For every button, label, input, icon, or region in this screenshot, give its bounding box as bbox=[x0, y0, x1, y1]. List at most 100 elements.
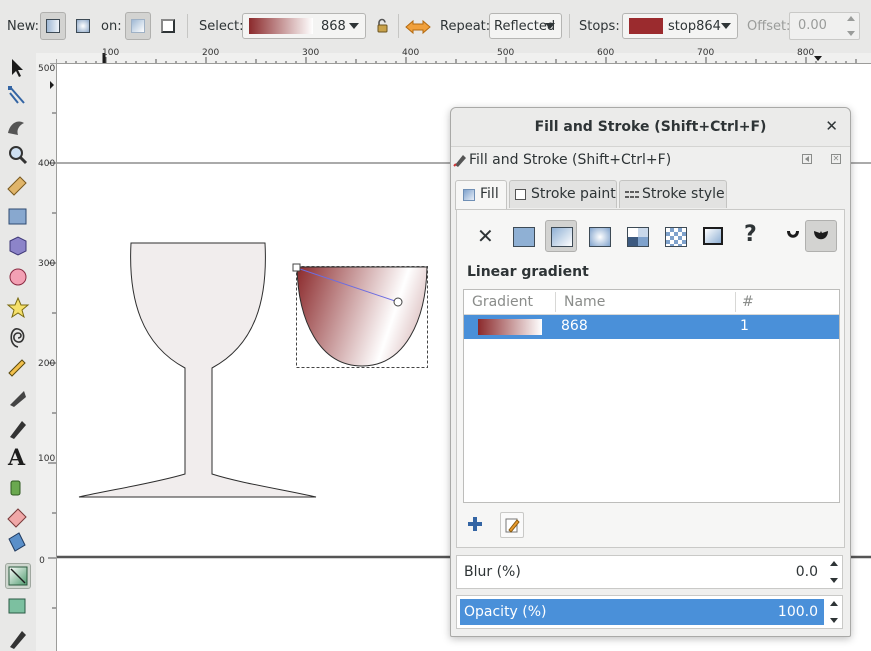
mesh-gradient-button[interactable] bbox=[621, 220, 653, 252]
lock-icon[interactable] bbox=[376, 18, 390, 34]
gradient-tool[interactable] bbox=[5, 563, 31, 589]
opacity-label: Opacity (%) bbox=[464, 604, 547, 620]
vertical-ruler[interactable]: 500 400 300 200 100 0 bbox=[36, 63, 57, 651]
tab-label: Stroke style bbox=[642, 186, 725, 202]
blur-label: Blur (%) bbox=[464, 564, 521, 580]
tab-stroke-paint[interactable]: Stroke paint bbox=[509, 180, 617, 208]
linear-gradient-icon bbox=[551, 227, 573, 247]
on-label: on: bbox=[101, 19, 122, 34]
select-gradient-combo[interactable]: 868 bbox=[242, 13, 366, 39]
ellipse-tool[interactable] bbox=[5, 263, 31, 289]
apply-on-stroke-button[interactable] bbox=[155, 12, 181, 40]
stops-combo[interactable]: stop864 bbox=[622, 13, 738, 39]
apply-on-fill-button[interactable] bbox=[125, 12, 151, 40]
node-tool[interactable] bbox=[5, 83, 31, 109]
ruler-tick-label: 500 bbox=[38, 64, 56, 74]
stroke-paint-tab-icon bbox=[515, 189, 526, 200]
pattern-icon bbox=[665, 227, 687, 247]
dock-header: Fill and Stroke (Shift+Ctrl+F) ✕ bbox=[451, 148, 850, 172]
dropper-tool[interactable] bbox=[5, 623, 31, 649]
column-header-count[interactable]: # bbox=[742, 290, 754, 314]
tab-stroke-style[interactable]: Stroke style bbox=[619, 180, 727, 208]
no-paint-button[interactable]: ✕ bbox=[469, 220, 501, 252]
paint-bucket-tool[interactable] bbox=[5, 533, 31, 559]
dock-title: Fill and Stroke (Shift+Ctrl+F) bbox=[469, 152, 672, 168]
increment-icon[interactable] bbox=[830, 601, 838, 606]
dock-close-icon[interactable]: ✕ bbox=[831, 154, 841, 164]
eraser-tool[interactable] bbox=[5, 505, 31, 531]
column-header-name[interactable]: Name bbox=[564, 290, 605, 314]
gradient-list[interactable]: Gradient Name # 868 1 bbox=[463, 289, 840, 503]
pattern-button[interactable] bbox=[659, 220, 691, 252]
selector-tool[interactable] bbox=[5, 55, 31, 81]
pencil-tool[interactable] bbox=[5, 353, 31, 379]
ruler-tick-label: 300 bbox=[38, 259, 56, 269]
measure-tool[interactable] bbox=[5, 173, 31, 199]
opacity-spinbox[interactable]: Opacity (%) 100.0 bbox=[456, 595, 843, 629]
toolbox: A bbox=[0, 53, 37, 651]
ruler-tick-label: 100 bbox=[102, 48, 120, 58]
repeat-combo[interactable]: Reflected bbox=[489, 13, 562, 39]
pen-tool[interactable] bbox=[5, 385, 31, 411]
new-linear-gradient-button[interactable] bbox=[40, 12, 66, 40]
increment-icon[interactable] bbox=[830, 561, 838, 566]
tab-label: Stroke paint bbox=[531, 186, 616, 202]
decrement-icon[interactable] bbox=[847, 31, 855, 36]
stroke-icon bbox=[161, 19, 175, 33]
fill-tab-icon bbox=[463, 189, 475, 201]
radial-gradient-button[interactable] bbox=[583, 220, 615, 252]
ruler-tick-label: 200 bbox=[202, 48, 220, 58]
tweak-tool[interactable] bbox=[5, 115, 31, 141]
increment-icon[interactable] bbox=[847, 16, 855, 21]
fill-panel: ✕ ? Linear gradient Gradient Name # 868 … bbox=[456, 209, 845, 548]
decrement-icon[interactable] bbox=[830, 578, 838, 583]
tab-fill[interactable]: Fill bbox=[455, 180, 507, 210]
ruler-tick-label: 500 bbox=[497, 48, 515, 58]
paint-type-label: Linear gradient bbox=[467, 264, 589, 280]
stops-label: Stops: bbox=[579, 19, 620, 34]
mesh-tool[interactable] bbox=[5, 593, 31, 619]
ruler-tick-label: 200 bbox=[38, 359, 56, 369]
zoom-tool[interactable] bbox=[5, 143, 31, 169]
flat-color-button[interactable] bbox=[507, 220, 539, 252]
toolbar-separator bbox=[398, 14, 399, 38]
ruler-tick-label: 100 bbox=[38, 454, 56, 464]
ruler-tick-label: 600 bbox=[597, 48, 615, 58]
chevron-down-icon bbox=[545, 23, 555, 29]
linear-gradient-button[interactable] bbox=[545, 220, 577, 252]
rectangle-tool[interactable] bbox=[5, 203, 31, 229]
ruler-tick-label: 700 bbox=[697, 48, 715, 58]
offset-spinbox[interactable]: 0.00 bbox=[789, 12, 860, 40]
dock-collapse-icon[interactable] bbox=[802, 154, 812, 164]
calligraphy-tool[interactable] bbox=[5, 415, 31, 441]
star-tool[interactable] bbox=[5, 293, 31, 319]
gradient-bowl-shape[interactable] bbox=[296, 266, 428, 367]
gradient-end-handle[interactable] bbox=[393, 297, 403, 307]
blur-spinbox[interactable]: Blur (%) 0.0 bbox=[456, 555, 843, 589]
new-label: New: bbox=[7, 19, 40, 34]
reverse-gradient-icon[interactable] bbox=[405, 19, 431, 35]
chevron-down-icon bbox=[349, 23, 359, 29]
fill-rule-nonzero-button[interactable] bbox=[805, 220, 837, 252]
spray-tool[interactable] bbox=[5, 475, 31, 501]
decrement-icon[interactable] bbox=[830, 618, 838, 623]
gradient-start-handle[interactable] bbox=[292, 263, 301, 272]
text-tool[interactable] bbox=[5, 445, 31, 471]
horizontal-ruler[interactable]: 100 200 300 400 500 600 700 800 bbox=[56, 48, 871, 64]
unset-paint-button[interactable]: ? bbox=[735, 220, 767, 252]
swatch-button[interactable] bbox=[697, 220, 729, 252]
column-header-gradient[interactable]: Gradient bbox=[472, 290, 533, 314]
spiral-tool[interactable] bbox=[5, 323, 31, 349]
3d-box-tool[interactable] bbox=[5, 233, 31, 259]
close-icon[interactable]: ✕ bbox=[825, 117, 838, 135]
blur-value: 0.0 bbox=[795, 564, 818, 580]
linear-gradient-icon bbox=[46, 19, 60, 33]
plus-icon bbox=[468, 517, 482, 531]
edit-gradient-button[interactable] bbox=[500, 512, 524, 538]
wine-glass-shape[interactable] bbox=[78, 242, 317, 498]
radial-gradient-icon bbox=[589, 227, 611, 247]
table-row[interactable]: 868 1 bbox=[464, 315, 839, 339]
new-radial-gradient-button[interactable] bbox=[70, 12, 96, 40]
add-gradient-button[interactable] bbox=[463, 512, 487, 536]
no-paint-icon: ✕ bbox=[477, 224, 494, 248]
